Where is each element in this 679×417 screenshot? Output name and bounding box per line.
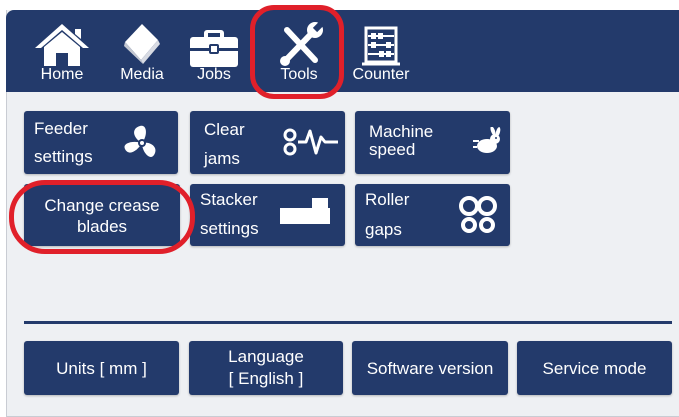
roller-gaps-button[interactable]: Roller gaps xyxy=(355,184,510,246)
top-nav-bar: Home Media Jobs Tools Counter xyxy=(6,10,679,92)
units-button[interactable]: Units [ mm ] xyxy=(24,341,179,395)
machine-speed-button[interactable]: Machine speed xyxy=(355,111,510,174)
abacus-icon xyxy=(362,26,400,66)
section-divider xyxy=(24,321,672,324)
nav-media[interactable]: Media xyxy=(106,10,178,92)
language-button[interactable]: Language [ English ] xyxy=(189,341,343,395)
stacker-icon xyxy=(280,198,330,224)
rollers-icon xyxy=(459,196,497,233)
rabbit-icon xyxy=(473,127,501,153)
software-version-button[interactable]: Software version xyxy=(352,341,508,395)
clear-jams-button[interactable]: Clear jams xyxy=(190,111,345,174)
jam-icon xyxy=(283,128,338,156)
service-mode-button[interactable]: Service mode xyxy=(517,341,672,395)
feeder-settings-button[interactable]: Feeder settings xyxy=(24,111,178,174)
tools-icon xyxy=(280,21,324,66)
stacker-settings-button[interactable]: Stacker settings xyxy=(190,184,345,246)
nav-counter[interactable]: Counter xyxy=(342,10,420,92)
change-crease-blades-button[interactable]: Change crease blades xyxy=(24,184,180,246)
nav-tools[interactable]: Tools xyxy=(263,10,335,92)
home-icon xyxy=(35,24,89,66)
fan-icon xyxy=(124,125,156,157)
briefcase-icon xyxy=(190,30,238,67)
media-icon xyxy=(124,24,160,64)
nav-jobs[interactable]: Jobs xyxy=(178,10,250,92)
nav-home[interactable]: Home xyxy=(26,10,98,92)
